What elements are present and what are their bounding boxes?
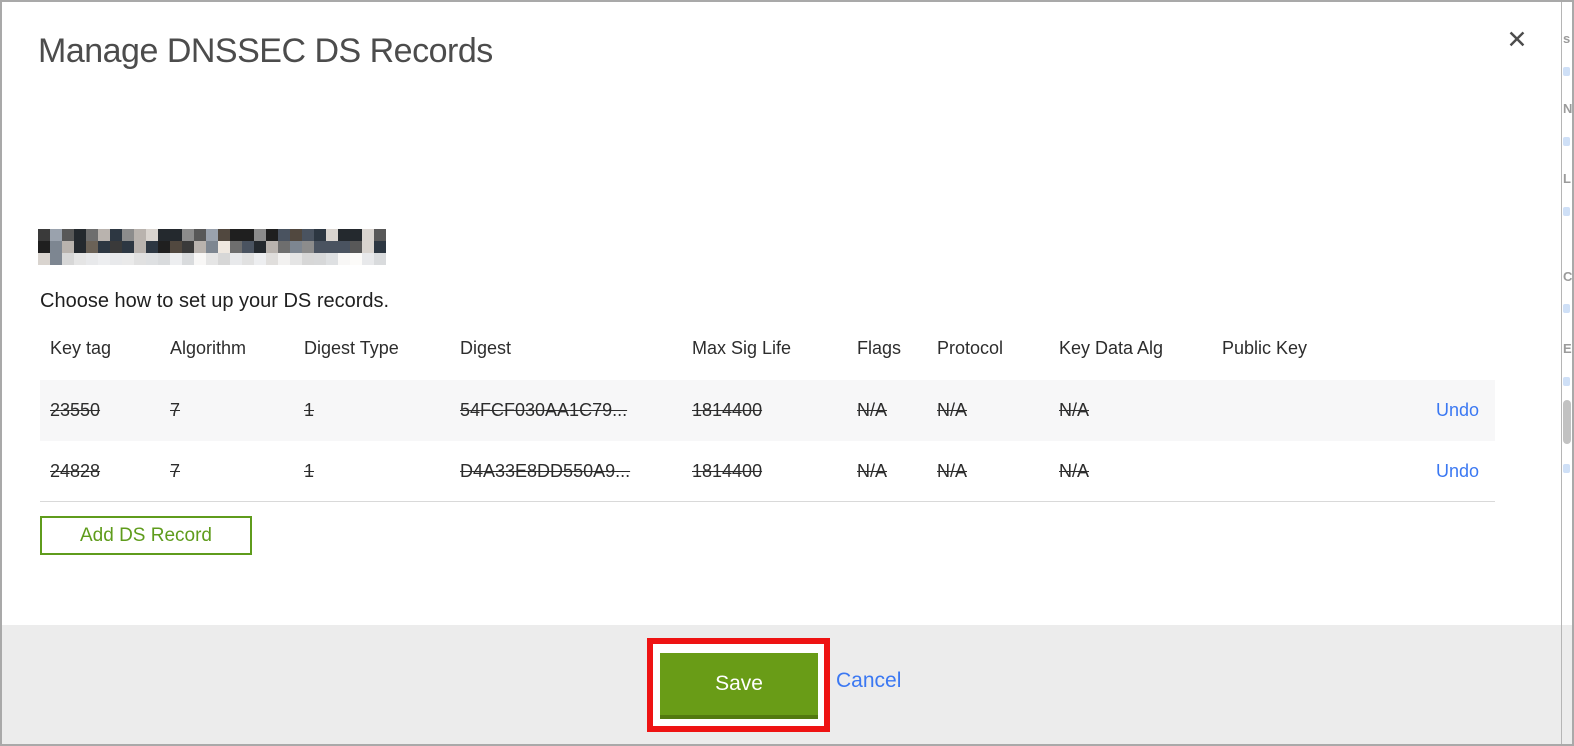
add-ds-record-button[interactable]: Add DS Record xyxy=(40,516,252,555)
background-link-fragment xyxy=(1563,207,1570,216)
cell-flags: N/A xyxy=(857,460,888,481)
dnssec-dialog: Manage DNSSEC DS Records ✕ Choose how to… xyxy=(0,0,1574,746)
background-text-fragment: N xyxy=(1563,101,1572,116)
column-header-algorithm: Algorithm xyxy=(170,338,247,358)
save-button[interactable]: Save xyxy=(660,653,818,719)
ds-records-table: Key tag Algorithm Digest Type Digest Max… xyxy=(40,332,1495,502)
undo-link[interactable]: Undo xyxy=(1429,400,1495,421)
scrollbar-thumb[interactable] xyxy=(1563,400,1571,444)
column-header-digest-type: Digest Type xyxy=(304,338,399,358)
background-page-sliver: s N L C E xyxy=(1561,2,1572,744)
column-header-protocol: Protocol xyxy=(937,338,1004,358)
background-link-fragment xyxy=(1563,464,1570,473)
dialog-title: Manage DNSSEC DS Records xyxy=(38,32,493,70)
cell-key-tag: 23550 xyxy=(50,400,101,420)
background-text-fragment: L xyxy=(1563,171,1571,186)
cell-protocol: N/A xyxy=(937,460,968,481)
background-text-fragment: E xyxy=(1563,341,1572,356)
cell-digest: 54FCF030AA1C79... xyxy=(460,400,628,420)
undo-link[interactable]: Undo xyxy=(1429,461,1495,482)
column-header-key-tag: Key tag xyxy=(50,338,112,358)
cell-max-sig-life: 1814400 xyxy=(692,460,763,481)
background-link-fragment xyxy=(1563,67,1570,76)
cell-digest-type: 1 xyxy=(304,400,315,420)
cell-key-data-alg: N/A xyxy=(1059,400,1090,420)
dialog-subtitle: Choose how to set up your DS records. xyxy=(40,290,390,312)
redacted-domain-name xyxy=(38,229,394,265)
background-text-fragment: C xyxy=(1563,269,1572,284)
cell-flags: N/A xyxy=(857,400,888,420)
cell-algorithm: 7 xyxy=(170,460,181,481)
table-header-row: Key tag Algorithm Digest Type Digest Max… xyxy=(40,332,1495,380)
column-header-key-data-alg: Key Data Alg xyxy=(1059,338,1164,358)
table-row: 23550 7 1 54FCF030AA1C79... 1814400 N/A … xyxy=(40,380,1495,441)
cell-key-data-alg: N/A xyxy=(1059,460,1090,481)
column-header-max-sig-life: Max Sig Life xyxy=(692,338,792,358)
background-link-fragment xyxy=(1563,304,1570,313)
background-link-fragment xyxy=(1563,377,1570,386)
column-header-public-key: Public Key xyxy=(1222,338,1308,358)
close-icon[interactable]: ✕ xyxy=(1501,24,1533,56)
column-header-digest: Digest xyxy=(460,338,512,358)
cancel-link[interactable]: Cancel xyxy=(836,669,901,693)
cell-protocol: N/A xyxy=(937,400,968,420)
cell-digest: D4A33E8DD550A9... xyxy=(460,460,631,481)
table-row: 24828 7 1 D4A33E8DD550A9... 1814400 N/A … xyxy=(40,441,1495,502)
cell-algorithm: 7 xyxy=(170,400,181,420)
background-text-fragment: s xyxy=(1563,31,1571,46)
column-header-flags: Flags xyxy=(857,338,902,358)
cell-digest-type: 1 xyxy=(304,460,315,481)
background-link-fragment xyxy=(1563,137,1570,146)
cell-key-tag: 24828 xyxy=(50,460,101,481)
cell-max-sig-life: 1814400 xyxy=(692,400,763,420)
